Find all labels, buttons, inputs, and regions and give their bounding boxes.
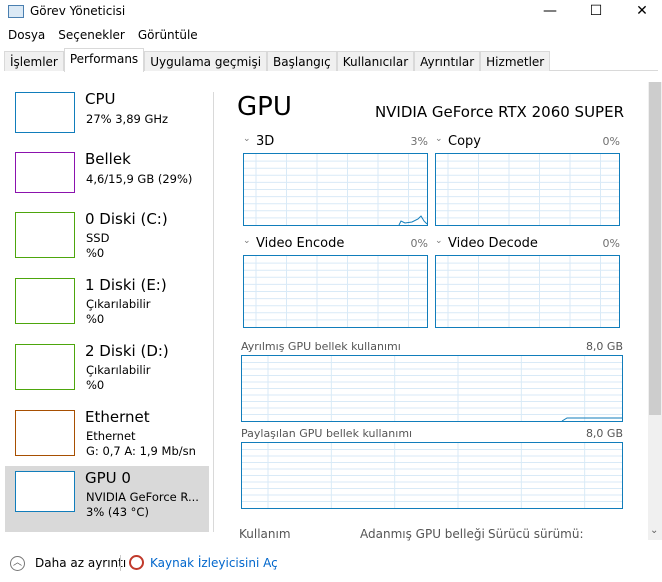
sidebar-item-name: 1 Diski (E:) <box>85 276 167 294</box>
engine-value: 0% <box>602 135 620 148</box>
tab-2[interactable]: Uygulama geçmişi <box>144 51 268 71</box>
less-details-button[interactable]: Daha az ayrıntı <box>35 556 126 570</box>
menu-view[interactable]: Görüntüle <box>138 28 198 42</box>
scroll-down-icon[interactable]: ⌄ <box>650 525 658 536</box>
sidebar-thumbnail-graph <box>15 471 75 512</box>
engine-value: 0% <box>602 237 620 250</box>
sidebar-item-6[interactable]: GPU 0 NVIDIA GeForce R... 3% (43 °C) <box>5 466 209 532</box>
sidebar-item-detail: 27% 3,89 GHz <box>86 112 169 126</box>
menu-options[interactable]: Seçenekler <box>58 28 125 42</box>
separator <box>120 555 121 571</box>
app-icon <box>8 5 24 18</box>
sidebar-item-name: CPU <box>85 90 116 108</box>
menu-file[interactable]: Dosya <box>8 28 45 42</box>
tab-6[interactable]: Hizmetler <box>480 51 551 71</box>
sidebar-thumbnail-graph <box>15 344 75 390</box>
stat-driver-label: Sürücü sürümü: <box>488 527 584 541</box>
sidebar-item-name: Ethernet <box>85 408 150 426</box>
tab-0[interactable]: İşlemler <box>4 51 64 71</box>
chevron-up-icon[interactable]: ︿ <box>10 556 25 571</box>
sidebar-item-5[interactable]: Ethernet Ethernet G: 0,7 A: 1,9 Mb/sn <box>5 405 209 471</box>
maximize-button[interactable]: ☐ <box>573 0 619 22</box>
sidebar-item-value: %0 <box>86 246 105 260</box>
sidebar-item-0[interactable]: CPU 27% 3,89 GHz <box>5 87 209 153</box>
sidebar-item-value: %0 <box>86 378 105 392</box>
sidebar-thumbnail-graph <box>15 92 75 133</box>
engine-value: 3% <box>410 135 428 148</box>
sidebar-item-value: 3% (43 °C) <box>86 505 149 519</box>
engine-label[interactable]: Video Decode <box>448 236 538 251</box>
page-title: GPU <box>237 92 292 122</box>
shared-memory-label: Paylaşılan GPU bellek kullanımı <box>241 427 413 440</box>
usage-line <box>561 417 622 421</box>
sidebar-item-value: %0 <box>86 312 105 326</box>
chevron-down-icon[interactable]: ⌄ <box>243 134 251 144</box>
sidebar-item-1[interactable]: Bellek 4,6/15,9 GB (29%) <box>5 147 209 213</box>
sidebar-item-detail: 4,6/15,9 GB (29%) <box>86 172 193 186</box>
stat-dedicated-label: Adanmış GPU belleği <box>360 527 485 541</box>
resource-monitor-link[interactable]: Kaynak İzleyicisini Aç <box>150 556 278 570</box>
gpu-model: NVIDIA GeForce RTX 2060 SUPER <box>374 103 624 121</box>
tab-5[interactable]: Ayrıntılar <box>414 51 481 71</box>
engine-label[interactable]: 3D <box>256 134 274 149</box>
sidebar-thumbnail-graph <box>15 212 75 258</box>
menu-bar: Dosya Seçenekler Görüntüle <box>8 28 198 42</box>
close-button[interactable]: ✕ <box>619 0 662 22</box>
dedicated-memory-max: 8,0 GB <box>585 340 623 353</box>
engine-graph <box>243 153 428 226</box>
sidebar-item-name: 2 Diski (D:) <box>85 342 169 360</box>
tab-bar: İşlemler Performans Uygulama geçmişi Başlan… <box>4 48 658 72</box>
resource-monitor-icon <box>129 555 144 570</box>
sidebar-item-detail: Çıkarılabilir <box>86 297 151 311</box>
tab-1[interactable]: Performans <box>63 48 145 72</box>
sidebar-item-name: 0 Diski (C:) <box>85 210 168 228</box>
dedicated-memory-graph <box>241 355 623 422</box>
divider <box>213 92 214 532</box>
engine-label[interactable]: Copy <box>448 134 481 149</box>
chevron-down-icon[interactable]: ⌄ <box>243 236 251 246</box>
sidebar-thumbnail-graph <box>15 278 75 324</box>
engine-graph <box>243 255 428 328</box>
sidebar-item-name: GPU 0 <box>85 469 131 487</box>
window-title: Görev Yöneticisi <box>30 4 126 18</box>
sidebar-item-3[interactable]: 1 Diski (E:) Çıkarılabilir %0 <box>5 273 209 339</box>
engine-label[interactable]: Video Encode <box>256 236 344 251</box>
chevron-down-icon[interactable]: ⌄ <box>435 236 443 246</box>
sidebar-item-detail: Çıkarılabilir <box>86 363 151 377</box>
sidebar-item-detail: SSD <box>86 231 110 245</box>
shared-memory-graph <box>241 442 623 509</box>
sidebar-item-name: Bellek <box>85 150 131 168</box>
sidebar-item-detail: Ethernet <box>86 429 136 443</box>
engine-graph <box>435 153 620 226</box>
tab-4[interactable]: Kullanıcılar <box>336 51 415 71</box>
scrollbar-thumb[interactable] <box>649 82 661 415</box>
sidebar-item-4[interactable]: 2 Diski (D:) Çıkarılabilir %0 <box>5 339 209 405</box>
sidebar-item-detail: NVIDIA GeForce R... <box>86 490 199 504</box>
usage-line <box>398 215 427 225</box>
engine-value: 0% <box>410 237 428 250</box>
sidebar-item-value: G: 0,7 A: 1,9 Mb/sn <box>86 444 196 458</box>
minimize-button[interactable]: — <box>527 0 573 22</box>
engine-graph <box>435 255 620 328</box>
footer: ︿ Daha az ayrıntı Kaynak İzleyicisini Aç <box>0 553 662 582</box>
sidebar-item-2[interactable]: 0 Diski (C:) SSD %0 <box>5 207 209 273</box>
dedicated-memory-label: Ayrılmış GPU bellek kullanımı <box>241 340 401 353</box>
tab-3[interactable]: Başlangıç <box>267 51 337 71</box>
chevron-down-icon[interactable]: ⌄ <box>435 134 443 144</box>
stat-usage-label: Kullanım <box>239 527 291 541</box>
shared-memory-max: 8,0 GB <box>585 427 623 440</box>
sidebar-thumbnail-graph <box>15 410 75 456</box>
sidebar-thumbnail-graph <box>15 152 75 193</box>
